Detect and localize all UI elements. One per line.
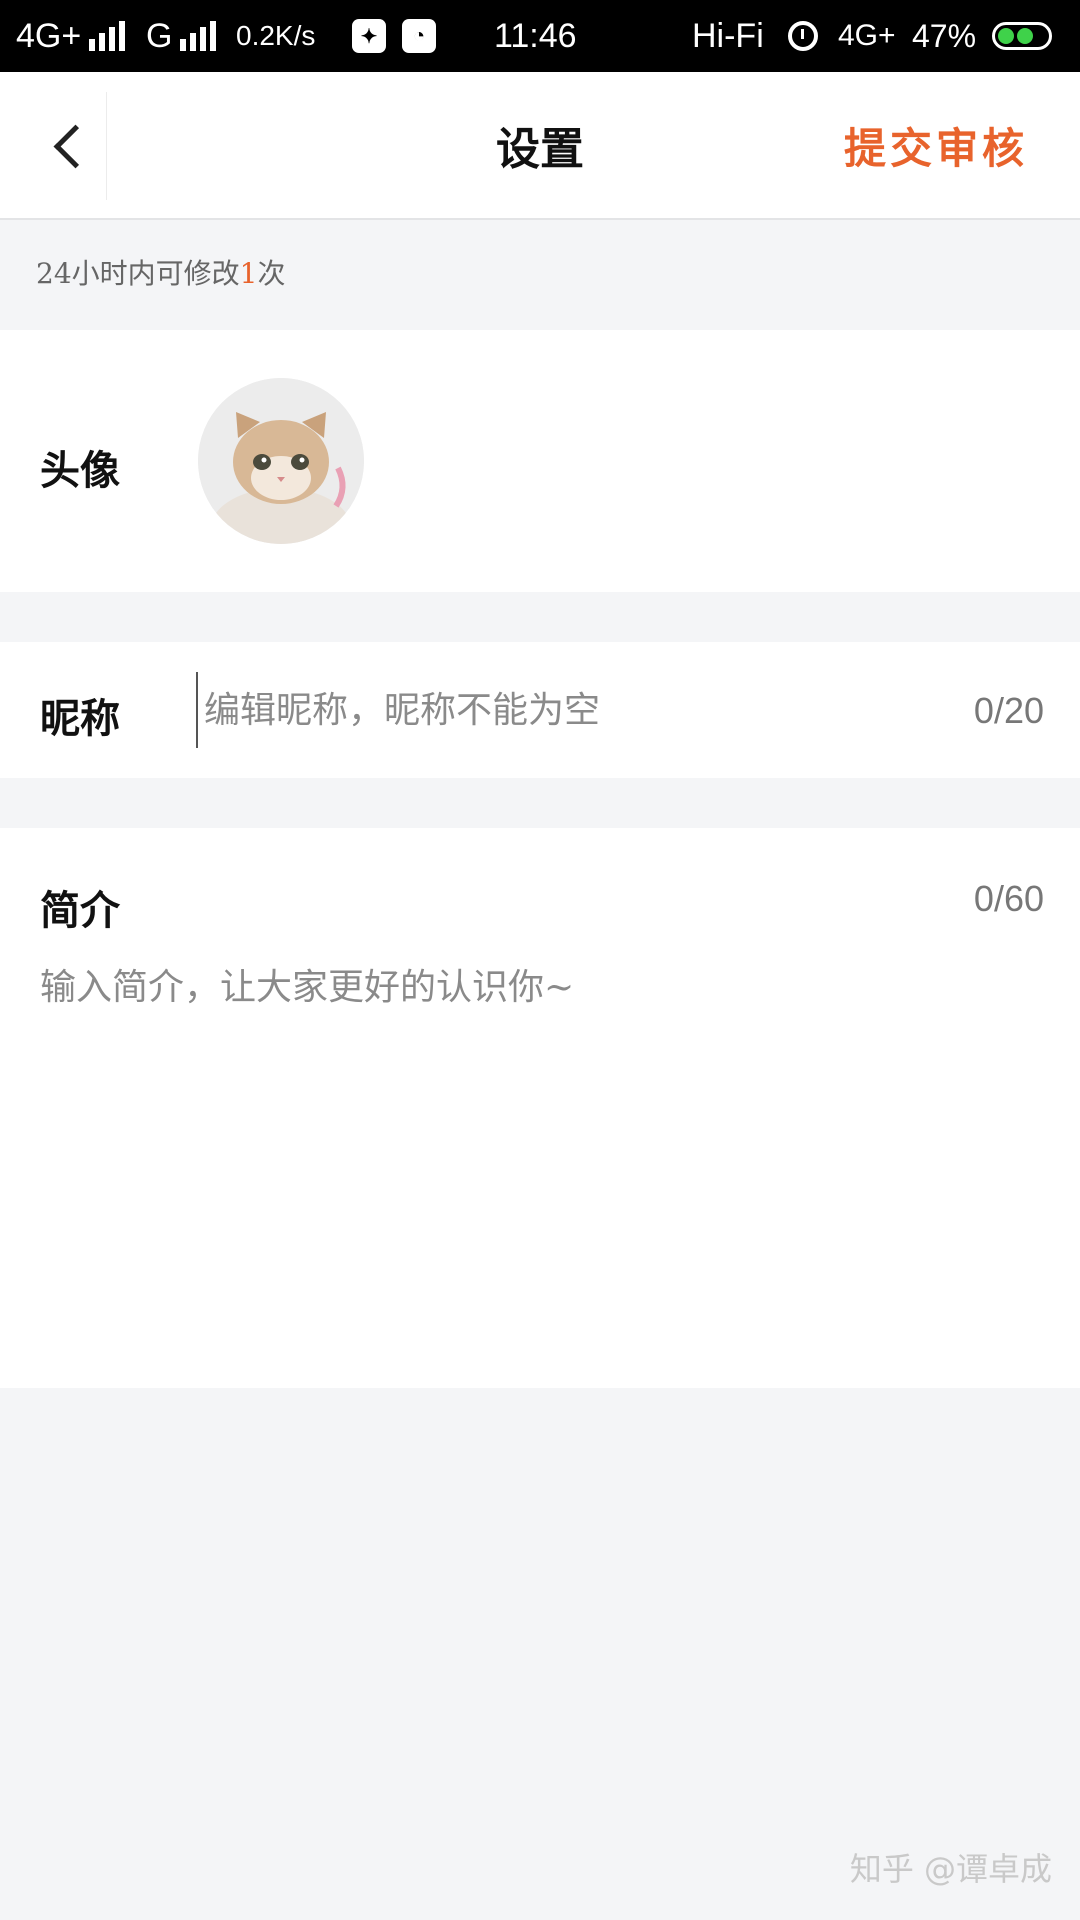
network-indicator-2: G	[146, 0, 217, 72]
hint-suffix: 次	[257, 257, 286, 290]
nickname-input[interactable]	[196, 672, 896, 748]
watermark: 知乎 @谭卓成	[849, 1850, 1052, 1888]
nickname-char-counter: 0/20	[973, 690, 1044, 731]
nickname-label: 昵称	[40, 695, 120, 742]
signal-icon	[89, 21, 126, 51]
app-icon: ✦	[352, 19, 386, 53]
hint-count: 1	[239, 257, 258, 290]
notification-app-icon: ✦	[352, 0, 386, 72]
alarm-icon	[788, 0, 818, 72]
status-bar: 4G+ G 0.2K/s ✦ ◔ 11:46 Hi-Fi 4G+ 47%	[0, 0, 1080, 72]
cat-avatar-image	[198, 378, 364, 544]
network-speed: 0.2K/s	[236, 20, 316, 51]
bio-input[interactable]	[40, 958, 1040, 1358]
clock: 11:46	[494, 16, 577, 55]
hint-prefix: 24小时内可修改	[36, 257, 240, 290]
signal-icon	[180, 21, 217, 51]
network-type-label: G	[146, 16, 173, 55]
avatar-section: 头像	[0, 330, 1080, 592]
notification-speedometer-icon: ◔	[402, 0, 436, 72]
edit-limit-hint: 24小时内可修改1次	[36, 252, 285, 292]
nickname-section: 昵称 0/20	[0, 642, 1080, 778]
network-type-label: 4G+	[16, 16, 82, 55]
bio-label: 简介	[40, 887, 120, 934]
hifi-label: Hi-Fi	[692, 16, 764, 55]
nav-bar: 设置 提交审核	[0, 72, 1080, 220]
network-type-3: 4G+	[838, 19, 896, 52]
settings-page: 4G+ G 0.2K/s ✦ ◔ 11:46 Hi-Fi 4G+ 47% 设置	[0, 0, 1080, 1920]
submit-review-button[interactable]: 提交审核	[844, 72, 1028, 218]
bio-section: 简介 0/60	[0, 828, 1080, 1388]
speedometer-icon: ◔	[402, 19, 436, 53]
avatar[interactable]	[198, 378, 364, 544]
avatar-label: 头像	[40, 447, 120, 494]
network-indicator-1: 4G+	[16, 0, 126, 72]
bio-char-counter: 0/60	[973, 878, 1044, 919]
battery-icon	[992, 0, 1052, 72]
battery-percent: 47%	[912, 17, 977, 54]
